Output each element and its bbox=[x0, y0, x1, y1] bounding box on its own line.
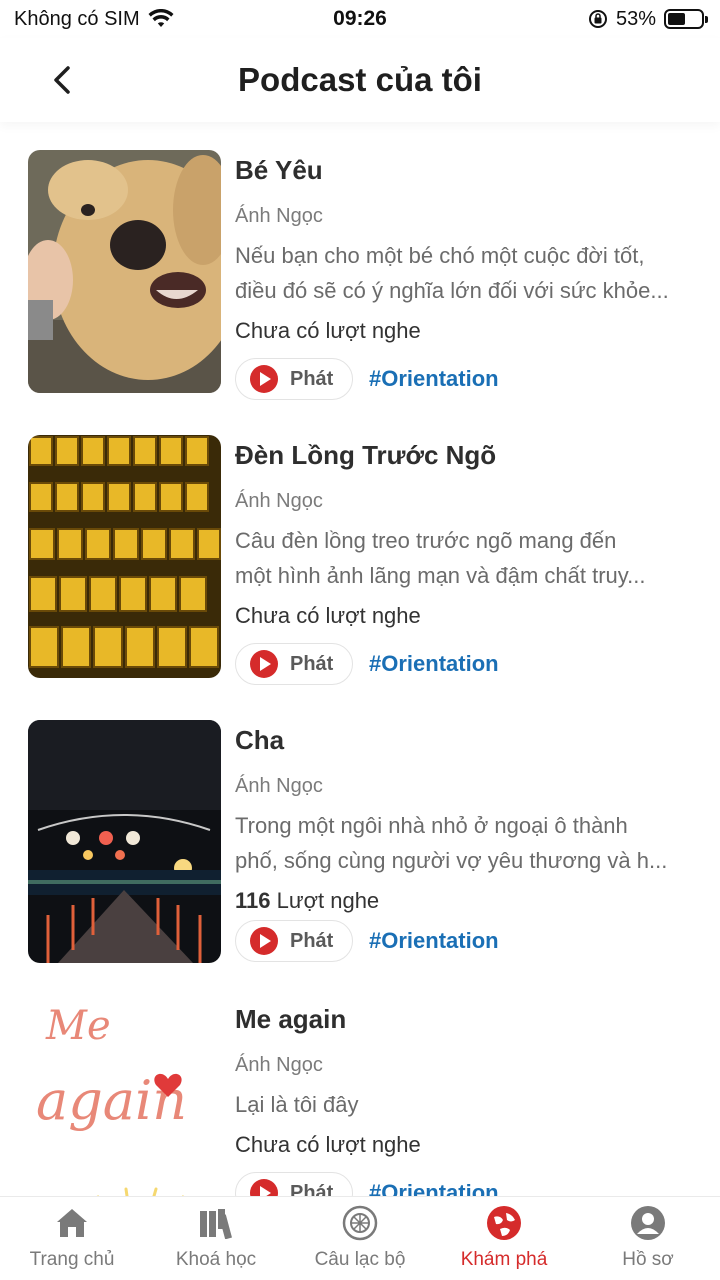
me-again-artwork: Me again bbox=[28, 999, 221, 1196]
podcast-description: Lại là tôi đây bbox=[235, 1087, 695, 1122]
podcast-actions: Phát #Orientation bbox=[235, 358, 695, 400]
description-line: Nếu bạn cho một bé chó một cuộc đời tốt, bbox=[235, 243, 645, 268]
header: Podcast của tôi bbox=[0, 38, 720, 122]
listen-count-text: Lượt nghe bbox=[270, 888, 380, 913]
battery-fill bbox=[668, 13, 685, 25]
podcast-info: Đèn Lồng Trước Ngõ Ánh Ngọc Câu đèn lồng… bbox=[235, 437, 695, 685]
description-line: Trong một ngôi nhà nhỏ ở ngoại ô thành bbox=[235, 813, 628, 838]
topic-tag[interactable]: #Orientation bbox=[369, 366, 499, 392]
play-icon bbox=[250, 365, 278, 393]
listen-count: Chưa có lượt nghe bbox=[235, 599, 695, 633]
status-left: Không có SIM bbox=[14, 8, 174, 31]
profile-icon bbox=[630, 1205, 666, 1241]
description-line: phố, sống cùng người vợ yêu thương và h.… bbox=[235, 848, 668, 873]
play-button[interactable]: Phát bbox=[235, 358, 353, 400]
description-line: Lại là tôi đây bbox=[235, 1092, 359, 1117]
podcast-actions: Phát #Orientation bbox=[235, 643, 695, 685]
play-label: Phát bbox=[290, 367, 334, 390]
listen-count-text: Chưa có lượt nghe bbox=[235, 603, 421, 628]
podcast-info: Bé Yêu Ánh Ngọc Nếu bạn cho một bé chó m… bbox=[235, 152, 695, 400]
tab-explore[interactable]: Khám phá bbox=[432, 1197, 576, 1280]
books-icon bbox=[198, 1205, 234, 1241]
topic-tag[interactable]: #Orientation bbox=[369, 1180, 499, 1196]
tab-clubs[interactable]: Câu lạc bộ bbox=[288, 1197, 432, 1280]
play-label: Phát bbox=[290, 929, 334, 952]
podcast-thumbnail[interactable] bbox=[28, 435, 221, 678]
podcast-author: Ánh Ngọc bbox=[235, 1054, 323, 1076]
podcast-title[interactable]: Me again bbox=[235, 1001, 695, 1039]
podcast-list[interactable]: Bé Yêu Ánh Ngọc Nếu bạn cho một bé chó m… bbox=[0, 122, 720, 1196]
status-right: 53% bbox=[588, 7, 708, 31]
play-label: Phát bbox=[290, 652, 334, 675]
podcast-description: Nếu bạn cho một bé chó một cuộc đời tốt,… bbox=[235, 238, 695, 308]
page-title: Podcast của tôi bbox=[238, 61, 482, 98]
back-button[interactable] bbox=[44, 60, 80, 100]
play-button[interactable]: Phát bbox=[235, 643, 353, 685]
carrier-label: Không có SIM bbox=[14, 7, 140, 30]
battery-icon bbox=[664, 9, 708, 29]
podcast-thumbnail[interactable]: Me again bbox=[28, 999, 221, 1196]
topic-tag[interactable]: #Orientation bbox=[369, 651, 499, 677]
podcast-item[interactable]: Đèn Lồng Trước Ngõ Ánh Ngọc Câu đèn lồng… bbox=[0, 407, 720, 685]
podcast-author: Ánh Ngọc bbox=[235, 490, 323, 512]
topic-tag[interactable]: #Orientation bbox=[369, 928, 499, 954]
podcast-description: Câu đèn lồng treo trước ngõ mang đến một… bbox=[235, 523, 695, 593]
podcast-item[interactable]: Me again Me again Ánh Ngọc Lại là tôi đâ… bbox=[0, 971, 720, 1196]
podcast-item[interactable]: Bé Yêu Ánh Ngọc Nếu bạn cho một bé chó m… bbox=[0, 122, 720, 400]
battery-percent: 53% bbox=[615, 7, 656, 30]
podcast-author: Ánh Ngọc bbox=[235, 205, 323, 227]
play-button[interactable]: Phát bbox=[235, 1172, 353, 1196]
description-line: Câu đèn lồng treo trước ngõ mang đến bbox=[235, 528, 617, 553]
tab-label: Khoá học bbox=[175, 1249, 257, 1270]
podcast-actions: Phát #Orientation bbox=[235, 920, 695, 962]
artwork-text: Me bbox=[45, 1003, 111, 1049]
orientation-lock-icon bbox=[588, 10, 607, 28]
night-bridge-photo bbox=[28, 720, 221, 963]
podcast-info: Me again Ánh Ngọc Lại là tôi đây Chưa có… bbox=[235, 1001, 695, 1196]
club-icon bbox=[342, 1205, 378, 1241]
chevron-left-icon bbox=[54, 66, 70, 94]
podcast-info: Cha Ánh Ngọc Trong một ngôi nhà nhỏ ở ng… bbox=[235, 722, 695, 962]
lanterns-photo bbox=[28, 435, 221, 678]
tab-label: Hồ sơ bbox=[622, 1249, 674, 1270]
dog-photo bbox=[28, 150, 221, 393]
play-button[interactable]: Phát bbox=[235, 920, 353, 962]
play-icon bbox=[250, 650, 278, 678]
podcast-author: Ánh Ngọc bbox=[235, 775, 323, 797]
podcast-actions: Phát #Orientation bbox=[235, 1172, 695, 1196]
tab-courses[interactable]: Khoá học bbox=[144, 1197, 288, 1280]
podcast-thumbnail[interactable] bbox=[28, 720, 221, 963]
explore-icon bbox=[486, 1205, 522, 1241]
description-line: một hình ảnh lãng mạn và đậm chất truy..… bbox=[235, 563, 646, 588]
listen-count: Chưa có lượt nghe bbox=[235, 1128, 695, 1162]
tab-label: Câu lạc bộ bbox=[314, 1249, 406, 1270]
description-line: điều đó sẽ có ý nghĩa lớn đối với sức kh… bbox=[235, 278, 669, 303]
play-icon bbox=[250, 1179, 278, 1196]
home-icon bbox=[54, 1205, 90, 1241]
podcast-title[interactable]: Đèn Lồng Trước Ngõ bbox=[235, 437, 695, 475]
tab-profile[interactable]: Hồ sơ bbox=[576, 1197, 720, 1280]
listen-count: Chưa có lượt nghe bbox=[235, 314, 695, 348]
podcast-item[interactable]: Cha Ánh Ngọc Trong một ngôi nhà nhỏ ở ng… bbox=[0, 692, 720, 963]
listen-count-text: Chưa có lượt nghe bbox=[235, 1132, 421, 1157]
tab-label: Khám phá bbox=[460, 1249, 548, 1270]
listen-count: 116 Lượt nghe bbox=[235, 884, 695, 918]
status-bar: Không có SIM 09:26 53% bbox=[0, 0, 720, 38]
play-label: Phát bbox=[290, 1181, 334, 1197]
podcast-title[interactable]: Cha bbox=[235, 722, 695, 760]
listen-count-text: Chưa có lượt nghe bbox=[235, 318, 421, 343]
podcast-title[interactable]: Bé Yêu bbox=[235, 152, 695, 190]
bottom-tab-bar: Trang chủ Khoá học Câu lạc bộ Khám phá H… bbox=[0, 1196, 720, 1280]
podcast-thumbnail[interactable] bbox=[28, 150, 221, 393]
wifi-icon bbox=[148, 9, 174, 27]
tab-label: Trang chủ bbox=[29, 1249, 115, 1270]
play-icon bbox=[250, 927, 278, 955]
tab-home[interactable]: Trang chủ bbox=[0, 1197, 144, 1280]
listen-count-number: 116 bbox=[235, 888, 271, 913]
podcast-description: Trong một ngôi nhà nhỏ ở ngoại ô thành p… bbox=[235, 808, 695, 878]
